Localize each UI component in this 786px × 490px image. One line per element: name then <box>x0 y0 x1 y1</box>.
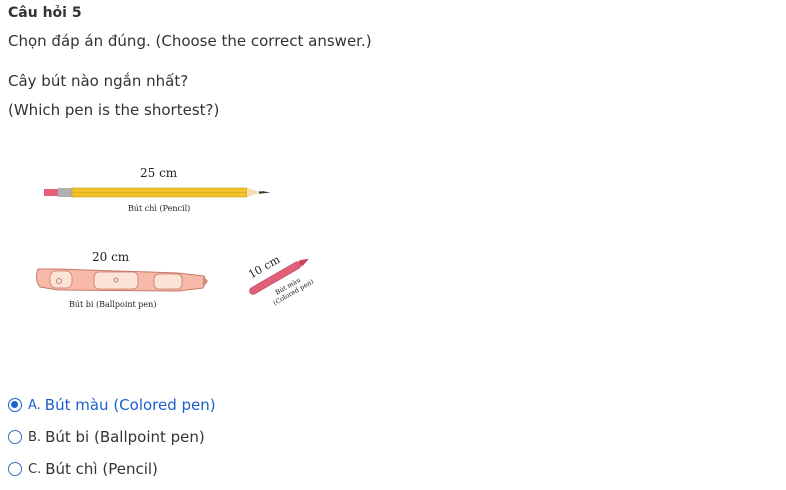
pencil-length-label: 25 cm <box>140 166 178 180</box>
question-instruction: Chọn đáp án đúng. (Choose the correct an… <box>8 32 372 50</box>
option-b[interactable]: B. Bút bi (Ballpoint pen) <box>8 426 216 448</box>
option-b-letter: B. <box>28 429 42 445</box>
pencil-caption: Bút chì (Pencil) <box>128 204 190 213</box>
ballpoint-length-label: 20 cm <box>92 250 130 264</box>
pens-illustration: 25 cm Bút chì (Pencil) 20 cm Bút bi (Bal… <box>35 166 315 309</box>
ballpoint-pen-image <box>35 268 208 292</box>
answer-options: A. Bút màu (Colored pen) B. Bút bi (Ball… <box>8 394 216 490</box>
ballpoint-caption: Bút bi (Ballpoint pen) <box>69 300 156 309</box>
question-number: Câu hỏi 5 <box>8 5 82 21</box>
option-c-text: Bút chì (Pencil) <box>45 460 158 478</box>
option-a[interactable]: A. Bút màu (Colored pen) <box>8 394 216 416</box>
option-c-letter: C. <box>28 461 42 477</box>
option-b-text: Bút bi (Ballpoint pen) <box>45 428 205 446</box>
radio-unselected-icon[interactable] <box>8 462 22 476</box>
option-a-letter: A. <box>28 397 41 413</box>
option-c[interactable]: C. Bút chì (Pencil) <box>8 458 216 480</box>
pencil-image <box>44 187 270 198</box>
radio-selected-icon[interactable] <box>8 398 22 412</box>
option-a-text: Bút màu (Colored pen) <box>44 396 216 414</box>
question-text-vietnamese: Cây bút nào ngắn nhất? <box>8 72 189 90</box>
question-text-english: (Which pen is the shortest?) <box>8 101 220 119</box>
radio-unselected-icon[interactable] <box>8 430 22 444</box>
